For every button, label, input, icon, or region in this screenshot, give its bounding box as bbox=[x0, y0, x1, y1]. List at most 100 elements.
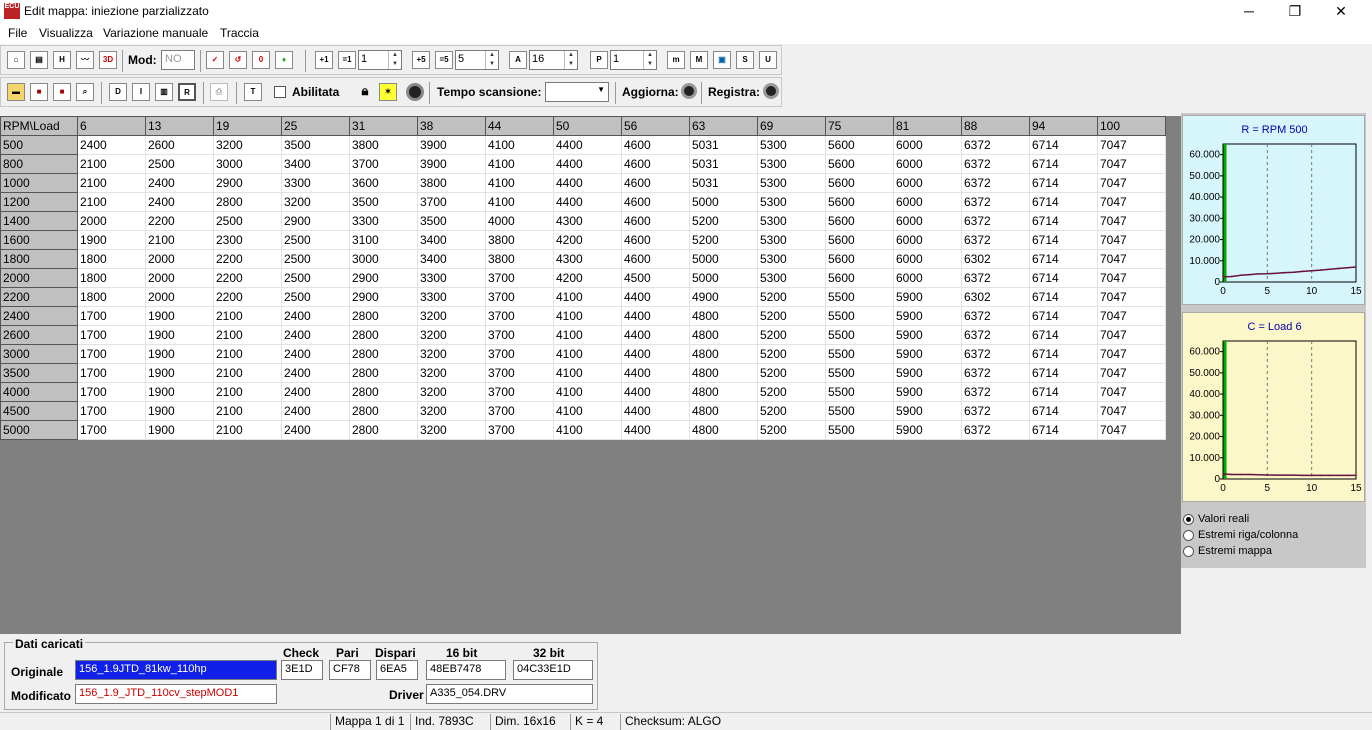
map-cell[interactable]: 6714 bbox=[1029, 135, 1098, 155]
map-cell[interactable]: 4600 bbox=[621, 192, 690, 212]
map-cell[interactable]: 3900 bbox=[417, 154, 486, 174]
map-cell[interactable]: 7047 bbox=[1097, 325, 1166, 345]
map-cell[interactable]: 6372 bbox=[961, 344, 1030, 364]
map-cell[interactable]: 6714 bbox=[1029, 287, 1098, 307]
map-cell[interactable]: 1700 bbox=[77, 363, 146, 383]
map-cell[interactable]: 2000 bbox=[145, 287, 214, 307]
map-cell[interactable]: 4800 bbox=[689, 306, 758, 326]
color-icon[interactable]: ♦ bbox=[275, 51, 293, 69]
sub-percent-icon[interactable]: =5 bbox=[435, 51, 453, 69]
menu-file[interactable]: File bbox=[8, 26, 27, 40]
map-cell[interactable]: 7047 bbox=[1097, 230, 1166, 250]
map-cell[interactable]: 6000 bbox=[893, 249, 962, 269]
map-cell[interactable]: 3300 bbox=[417, 268, 486, 288]
map-cell[interactable]: 6714 bbox=[1029, 154, 1098, 174]
map-cell[interactable]: 2400 bbox=[281, 306, 350, 326]
map-cell[interactable]: 3800 bbox=[417, 173, 486, 193]
p-icon[interactable]: P bbox=[590, 51, 608, 69]
map-cell[interactable]: 1900 bbox=[77, 230, 146, 250]
map-cell[interactable]: 3700 bbox=[485, 420, 554, 440]
map-cell[interactable]: 4400 bbox=[621, 363, 690, 383]
U-icon[interactable]: U bbox=[759, 51, 777, 69]
map-cell[interactable]: 4000 bbox=[485, 211, 554, 231]
map-cell[interactable]: 3700 bbox=[349, 154, 418, 174]
i-icon[interactable]: I bbox=[132, 83, 150, 101]
map-cell[interactable]: 3700 bbox=[485, 268, 554, 288]
row-header[interactable]: 1600 bbox=[0, 230, 78, 250]
map-cell[interactable]: 5200 bbox=[689, 211, 758, 231]
map-cell[interactable]: 4600 bbox=[621, 249, 690, 269]
add-row-icon[interactable]: +1 bbox=[315, 51, 333, 69]
map-cell[interactable]: 1700 bbox=[77, 306, 146, 326]
map-cell[interactable]: 5900 bbox=[893, 344, 962, 364]
column-header[interactable]: 56 bbox=[621, 116, 690, 136]
map-cell[interactable]: 5300 bbox=[757, 268, 826, 288]
map-cell[interactable]: 4400 bbox=[621, 306, 690, 326]
map-cell[interactable]: 2900 bbox=[281, 211, 350, 231]
minimize-button[interactable]: ─ bbox=[1226, 0, 1272, 24]
map-cell[interactable]: 4100 bbox=[485, 154, 554, 174]
map-cell[interactable]: 2100 bbox=[77, 192, 146, 212]
column-header[interactable]: 6 bbox=[77, 116, 146, 136]
map-cell[interactable]: 3200 bbox=[417, 306, 486, 326]
modificato-field[interactable]: 156_1.9_JTD_110cv_stepMOD1 bbox=[75, 684, 277, 704]
step3-stepper[interactable]: 16 ▲ ▼ bbox=[529, 50, 578, 70]
row-header[interactable]: 1800 bbox=[0, 249, 78, 269]
map-cell[interactable]: 1700 bbox=[77, 325, 146, 345]
map-cell[interactable]: 1900 bbox=[145, 325, 214, 345]
map-cell[interactable]: 3500 bbox=[417, 211, 486, 231]
map-cell[interactable]: 3200 bbox=[417, 363, 486, 383]
map-cell[interactable]: 6372 bbox=[961, 268, 1030, 288]
map-cell[interactable]: 2400 bbox=[281, 420, 350, 440]
map-cell[interactable]: 6302 bbox=[961, 249, 1030, 269]
map-cell[interactable]: 7047 bbox=[1097, 306, 1166, 326]
map-cell[interactable]: 5031 bbox=[689, 173, 758, 193]
map-cell[interactable]: 5000 bbox=[689, 268, 758, 288]
map-cell[interactable]: 6372 bbox=[961, 211, 1030, 231]
map-cell[interactable]: 3500 bbox=[349, 192, 418, 212]
map-cell[interactable]: 6372 bbox=[961, 154, 1030, 174]
screen-icon[interactable]: ▣ bbox=[713, 51, 731, 69]
map-cell[interactable]: 3600 bbox=[349, 173, 418, 193]
map-cell[interactable]: 5900 bbox=[893, 401, 962, 421]
map-cell[interactable]: 6372 bbox=[961, 192, 1030, 212]
map-cell[interactable]: 5500 bbox=[825, 382, 894, 402]
map-cell[interactable]: 2900 bbox=[213, 173, 282, 193]
columns-icon[interactable]: ▥ bbox=[155, 83, 173, 101]
map-cell[interactable]: 6372 bbox=[961, 401, 1030, 421]
map-cell[interactable]: 4600 bbox=[621, 230, 690, 250]
column-header[interactable]: 50 bbox=[553, 116, 622, 136]
map-cell[interactable]: 3500 bbox=[281, 135, 350, 155]
t-icon[interactable]: T bbox=[244, 83, 262, 101]
row-header[interactable]: 2200 bbox=[0, 287, 78, 307]
map-cell[interactable]: 4400 bbox=[553, 135, 622, 155]
column-header[interactable]: 25 bbox=[281, 116, 350, 136]
map-cell[interactable]: 6714 bbox=[1029, 249, 1098, 269]
map-cell[interactable]: 5600 bbox=[825, 268, 894, 288]
map-cell[interactable]: 7047 bbox=[1097, 363, 1166, 383]
map-cell[interactable]: 5300 bbox=[757, 192, 826, 212]
map-cell[interactable]: 4400 bbox=[553, 154, 622, 174]
map-cell[interactable]: 4900 bbox=[689, 287, 758, 307]
map-cell[interactable]: 5600 bbox=[825, 211, 894, 231]
map-cell[interactable]: 2100 bbox=[145, 230, 214, 250]
map-cell[interactable]: 3400 bbox=[417, 230, 486, 250]
map-cell[interactable]: 5200 bbox=[757, 287, 826, 307]
map-cell[interactable]: 2800 bbox=[349, 363, 418, 383]
map-cell[interactable]: 2100 bbox=[77, 154, 146, 174]
spin-arrows-icon[interactable]: ▲ ▼ bbox=[564, 51, 577, 69]
map-cell[interactable]: 4400 bbox=[621, 420, 690, 440]
row-header[interactable]: 800 bbox=[0, 154, 78, 174]
spin-arrows-icon[interactable]: ▲ ▼ bbox=[485, 51, 498, 69]
map-cell[interactable]: 4100 bbox=[553, 344, 622, 364]
map-cell[interactable]: 2100 bbox=[77, 173, 146, 193]
row-header[interactable]: 2400 bbox=[0, 306, 78, 326]
spin-arrows-icon[interactable]: ▲ ▼ bbox=[388, 51, 401, 69]
map-cell[interactable]: 4200 bbox=[553, 230, 622, 250]
map-cell[interactable]: 4100 bbox=[553, 363, 622, 383]
row-header[interactable]: 2600 bbox=[0, 325, 78, 345]
S-icon[interactable]: S bbox=[736, 51, 754, 69]
map-cell[interactable]: 5200 bbox=[689, 230, 758, 250]
find-icon[interactable]: ⌕ bbox=[76, 83, 94, 101]
map-cell[interactable]: 5000 bbox=[689, 249, 758, 269]
